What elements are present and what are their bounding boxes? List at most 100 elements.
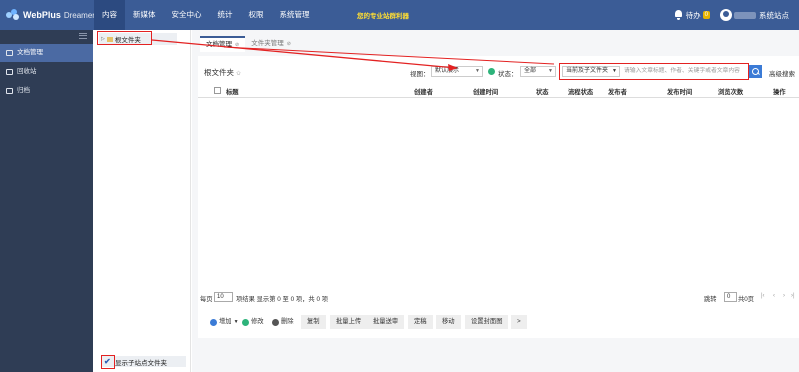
collapse-menu-icon[interactable] [79, 33, 87, 39]
pagination-bar: 每页 10 项结果 显示第 0 至 0 项，共 0 项 跳转 0 共0页 |‹ … [198, 291, 799, 305]
sidebar-item-label: 文档管理 [17, 49, 43, 56]
nav-item-permissions[interactable]: 权限 [241, 0, 272, 30]
next-page-button[interactable]: › [783, 293, 785, 299]
nav-item-security[interactable]: 安全中心 [164, 0, 210, 30]
action-toolbar: 增加 ▼ 修改 删除 复制 批量上传 批量送审 定稿 移动 设置封面图 > [198, 313, 799, 333]
tab-label: 文件夹管理 [251, 40, 284, 47]
top-navbar: WebPlus Dreamer 内容 新媒体 安全中心 统计 权限 系统管理 您… [0, 0, 799, 30]
copy-button[interactable]: 复制 [301, 315, 326, 329]
todo-count-badge: 0 [702, 11, 710, 19]
brand-name: WebPlus [23, 10, 61, 20]
edit-icon [242, 318, 249, 326]
nav-item-new-media[interactable]: 新媒体 [125, 0, 164, 30]
col-created-time[interactable]: 创建时间 [473, 87, 498, 96]
folder-icon [106, 36, 113, 42]
col-views[interactable]: 浏览次数 [718, 87, 743, 96]
move-button[interactable]: 移动 [436, 315, 461, 329]
folder-tree-panel: ▷ 根文件夹 ✔ 显示子站点文件夹 [93, 30, 191, 372]
status-select[interactable]: 全部 ▼ [520, 66, 556, 77]
todo-label[interactable]: 待办 [686, 10, 701, 21]
chevron-down-icon: ▼ [475, 68, 480, 74]
col-creator[interactable]: 创建者 [414, 87, 433, 96]
expand-icon[interactable]: ▷ [101, 36, 105, 42]
delete-icon [272, 318, 279, 326]
jump-page-value: 0 [727, 294, 731, 300]
total-pages: 共0页 [738, 296, 755, 303]
search-scope-value: 当前及子文件夹 [566, 68, 609, 74]
panel-title: 根文件夹 ✩ [204, 67, 241, 78]
logo-icon [6, 9, 20, 21]
col-publisher[interactable]: 发布者 [608, 87, 627, 96]
folder-icon [6, 50, 13, 56]
add-button-label: 增加 [219, 318, 232, 325]
batch-upload-button[interactable]: 批量上传 [330, 315, 368, 329]
help-icon[interactable] [488, 68, 495, 75]
show-subsite-folders-toggle[interactable]: ✔ 显示子站点文件夹 [102, 356, 186, 367]
col-published-time[interactable]: 发布时间 [667, 87, 692, 96]
site-switcher[interactable]: 系统站点 [759, 10, 789, 21]
logo: WebPlus Dreamer [6, 8, 95, 22]
last-page-button[interactable]: ›| [791, 293, 795, 299]
col-workflow-status[interactable]: 流程状态 [568, 87, 593, 96]
first-page-button[interactable]: |‹ [761, 293, 765, 299]
main-nav: 内容 新媒体 安全中心 统计 权限 系统管理 [94, 0, 318, 30]
more-actions-button[interactable]: > [511, 315, 527, 329]
delete-button-label: 删除 [281, 318, 294, 325]
col-status[interactable]: 状态 [536, 87, 549, 96]
jump-page-input[interactable]: 0 [724, 292, 737, 302]
advanced-search-link[interactable]: 高级搜索 [769, 68, 795, 78]
tree-node-label: 根文件夹 [114, 37, 141, 44]
user-area: 待办 0 系统站点 [674, 0, 789, 30]
archive-icon [6, 88, 13, 94]
settings-small-icon[interactable]: ✩ [236, 71, 241, 77]
left-sidebar: 文档管理 回收站 归档 [0, 30, 93, 372]
tree-node-root[interactable]: ▷ 根文件夹 [99, 33, 177, 45]
select-all-checkbox[interactable] [214, 87, 221, 94]
trash-icon [6, 69, 13, 75]
tab-document-management[interactable]: 文档管理 ⊘ [200, 36, 246, 53]
edit-button-label: 修改 [251, 318, 264, 325]
delete-button[interactable]: 删除 [270, 315, 296, 329]
per-page-select[interactable]: 10 [214, 292, 233, 302]
brand-sub: Dreamer [63, 10, 95, 20]
batch-review-button[interactable]: 批量送审 [367, 315, 405, 329]
tab-folder-management[interactable]: 文件夹管理 ⊘ [245, 36, 297, 52]
col-actions: 操作 [773, 89, 786, 96]
bell-icon[interactable] [674, 10, 683, 20]
nav-item-system[interactable]: 系统管理 [272, 0, 318, 30]
sidebar-item-label: 回收站 [17, 68, 37, 75]
col-title[interactable]: 标题 [226, 87, 239, 96]
chevron-down-icon: ▼ [612, 68, 617, 74]
tab-close-icon[interactable]: ⊘ [287, 36, 291, 52]
per-page-value: 10 [217, 294, 224, 300]
prev-page-button[interactable]: ‹ [773, 293, 775, 299]
sidebar-item-recycle-bin[interactable]: 回收站 [0, 63, 93, 81]
search-input[interactable]: 请输入文章标题、作者、关键字或者文章内容 [622, 66, 748, 77]
sidebar-item-documents[interactable]: 文档管理 [0, 44, 93, 62]
document-panel: 根文件夹 ✩ 视图： 默认展示 ▼ 状态： 全部 ▼ 当前及子文件夹 ▼ 请输入文… [198, 56, 799, 338]
chevron-down-icon: ▼ [233, 319, 239, 325]
checkmark-icon[interactable]: ✔ [104, 357, 112, 366]
main-content: 文档管理 ⊘ 文件夹管理 ⊘ 根文件夹 ✩ 视图： 默认展示 ▼ 状态： 全部 ▼… [192, 30, 799, 372]
sidebar-item-label: 归档 [17, 87, 30, 94]
table-header: 标题 创建者 创建时间 状态 流程状态 发布者 发布时间 浏览次数 操作 [198, 84, 799, 98]
nav-item-content[interactable]: 内容 [94, 0, 125, 30]
avatar[interactable] [720, 9, 732, 21]
status-label: 状态： [498, 71, 518, 78]
search-scope-select[interactable]: 当前及子文件夹 ▼ [562, 66, 620, 77]
set-cover-button[interactable]: 设置封面图 [465, 315, 509, 329]
show-subsite-folders-label: 显示子站点文件夹 [115, 359, 167, 367]
chevron-down-icon: ▼ [548, 68, 553, 74]
edit-button[interactable]: 修改 [240, 315, 266, 329]
nav-item-statistics[interactable]: 统计 [210, 0, 241, 30]
sidebar-item-archive[interactable]: 归档 [0, 82, 93, 100]
tab-bar: 文档管理 ⊘ 文件夹管理 ⊘ [200, 36, 297, 52]
finalize-button[interactable]: 定稿 [408, 315, 433, 329]
search-button[interactable] [749, 65, 762, 78]
status-select-value: 全部 [524, 68, 537, 74]
current-folder-title: 根文件夹 [204, 68, 234, 77]
view-select[interactable]: 默认展示 ▼ [431, 66, 483, 77]
add-button[interactable]: 增加 ▼ [204, 315, 245, 329]
tab-close-icon[interactable]: ⊘ [235, 37, 239, 53]
results-summary: 项结果 显示第 0 至 0 项，共 0 项 [236, 296, 329, 303]
